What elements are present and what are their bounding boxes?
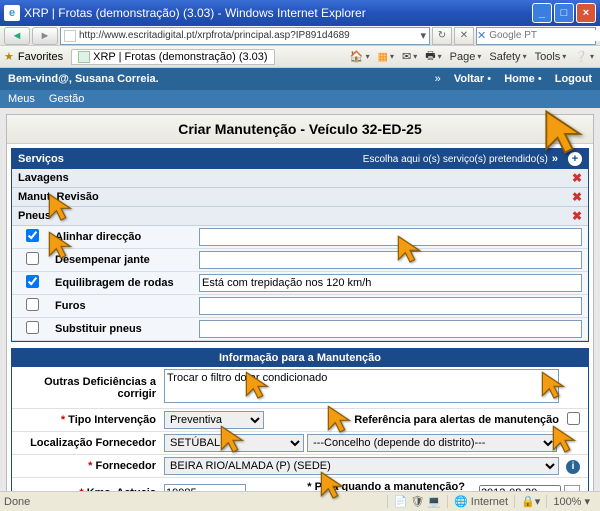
lbl-loc: Localização Fornecedor <box>30 437 156 449</box>
forward-button[interactable]: ► <box>32 27 58 45</box>
search-box[interactable]: ✕ 🔍 <box>476 27 596 45</box>
delete-lavagens-button[interactable]: ✖ <box>572 172 582 184</box>
note-alinhar[interactable] <box>199 228 582 246</box>
menu-gestao[interactable]: Gestão <box>49 93 84 105</box>
fornecedor-select[interactable]: BEIRA RIO/ALMADA (P) (SEDE) <box>164 457 559 475</box>
url-input[interactable] <box>79 30 420 41</box>
chk-alinhar[interactable] <box>26 229 39 242</box>
concelho-select[interactable]: ---Concelho (depende do distrito)--- <box>307 434 557 452</box>
refresh-button[interactable]: ↻ <box>432 27 452 45</box>
lbl-desempenar: Desempenar jante <box>52 251 197 269</box>
back-button[interactable]: ◄ <box>4 27 30 45</box>
category-pneus: Pneus ✖ <box>12 207 588 226</box>
search-provider-icon: ✕ <box>477 29 486 42</box>
welcome-text: Bem-vind@, Susana Correia. <box>8 73 435 85</box>
fornecedor-info-icon[interactable]: i <box>566 460 580 474</box>
lbl-substituir: Substituir pneus <box>52 320 197 338</box>
close-button[interactable]: × <box>576 3 596 23</box>
page-title: Criar Manutenção - Veículo 32-ED-25 <box>7 115 593 144</box>
kms-input[interactable] <box>164 484 246 491</box>
note-furos[interactable] <box>199 297 582 315</box>
maximize-button[interactable]: □ <box>554 3 574 23</box>
delete-revisao-button[interactable]: ✖ <box>572 191 582 203</box>
zoom-level[interactable]: 100% <box>553 496 581 508</box>
info-header: Informação para a Manutenção <box>12 349 588 367</box>
note-substituir[interactable] <box>199 320 582 338</box>
page-icon <box>64 30 76 42</box>
add-service-button[interactable]: + <box>568 152 582 166</box>
nav-sep: » <box>435 73 441 85</box>
ref-checkbox[interactable] <box>567 412 580 425</box>
lbl-tipo: Tipo Intervenção <box>68 414 156 426</box>
nav-sep: • <box>538 73 542 85</box>
services-instruction: Escolha aqui o(s) serviço(s) pretendido(… <box>363 154 548 165</box>
window-title: XRP | Frotas (demonstração) (3.03) - Win… <box>24 6 532 20</box>
distrito-select[interactable]: SETÚBAL <box>164 434 304 452</box>
logout-link[interactable]: Logout <box>555 73 592 85</box>
lbl-quando: Para quando a manutenção? <box>315 481 465 491</box>
outras-textarea[interactable]: Trocar o filtro do ar condicionado <box>164 369 559 403</box>
category-lavagens: Lavagens ✖ <box>12 169 588 188</box>
tab-title: XRP | Frotas (demonstração) (3.03) <box>93 51 267 63</box>
note-desempenar[interactable] <box>199 251 582 269</box>
browser-tab[interactable]: XRP | Frotas (demonstração) (3.03) <box>71 49 274 65</box>
print-button[interactable]: 🖶▾ <box>423 45 443 68</box>
lbl-ref: Referência para alertas de manutenção <box>354 414 559 426</box>
ie-icon: e <box>4 5 20 21</box>
addr-dropdown-icon[interactable]: ▾ <box>420 29 426 42</box>
lbl-forn: Fornecedor <box>95 460 156 472</box>
favorites-star-icon[interactable]: ★ <box>4 50 14 63</box>
home-button[interactable]: 🏠▾ <box>348 48 372 65</box>
protected-mode: 🔒▾ <box>514 495 546 508</box>
arrow-right-icon: » <box>552 153 558 165</box>
menu-meus[interactable]: Meus <box>8 93 35 105</box>
status-internet: Internet <box>471 496 508 508</box>
delete-pneus-button[interactable]: ✖ <box>572 210 582 222</box>
category-revisao: Manut. Revisão ✖ <box>12 188 588 207</box>
note-equilibragem[interactable] <box>199 274 582 292</box>
mail-button[interactable]: ✉▾ <box>400 48 419 65</box>
minimize-button[interactable]: _ <box>532 3 552 23</box>
help-button[interactable]: ❔▾ <box>572 48 596 65</box>
feeds-button[interactable]: ▦▾ <box>376 48 396 65</box>
address-bar[interactable]: ▾ <box>60 27 430 45</box>
chk-substituir[interactable] <box>26 321 39 334</box>
chk-desempenar[interactable] <box>26 252 39 265</box>
globe-icon: 🌐 <box>454 495 468 508</box>
page-menu[interactable]: Page▾ <box>448 49 484 65</box>
status-text: Done <box>4 496 387 508</box>
lbl-outras: Outras Deficiências a corrigir <box>12 373 162 403</box>
home-link[interactable]: Home <box>504 73 535 85</box>
safety-menu[interactable]: Safety▾ <box>487 49 528 65</box>
favorites-label[interactable]: Favorites <box>18 51 63 63</box>
tipo-select[interactable]: Preventiva <box>164 411 264 429</box>
lbl-equilibragem: Equilibragem de rodas <box>52 274 197 292</box>
tab-icon <box>78 51 90 63</box>
status-icons: 📄 🛡 💻 <box>387 495 447 508</box>
services-header: Serviços <box>18 153 363 165</box>
lbl-furos: Furos <box>52 297 197 315</box>
lbl-alinhar: Alinhar direcção <box>52 228 197 246</box>
chk-equilibragem[interactable] <box>26 275 39 288</box>
search-input[interactable] <box>486 30 600 41</box>
nav-sep: • <box>487 73 491 85</box>
chk-furos[interactable] <box>26 298 39 311</box>
tools-menu[interactable]: Tools▾ <box>533 49 569 65</box>
stop-button[interactable]: ✕ <box>454 27 474 45</box>
back-link[interactable]: Voltar <box>454 73 484 85</box>
